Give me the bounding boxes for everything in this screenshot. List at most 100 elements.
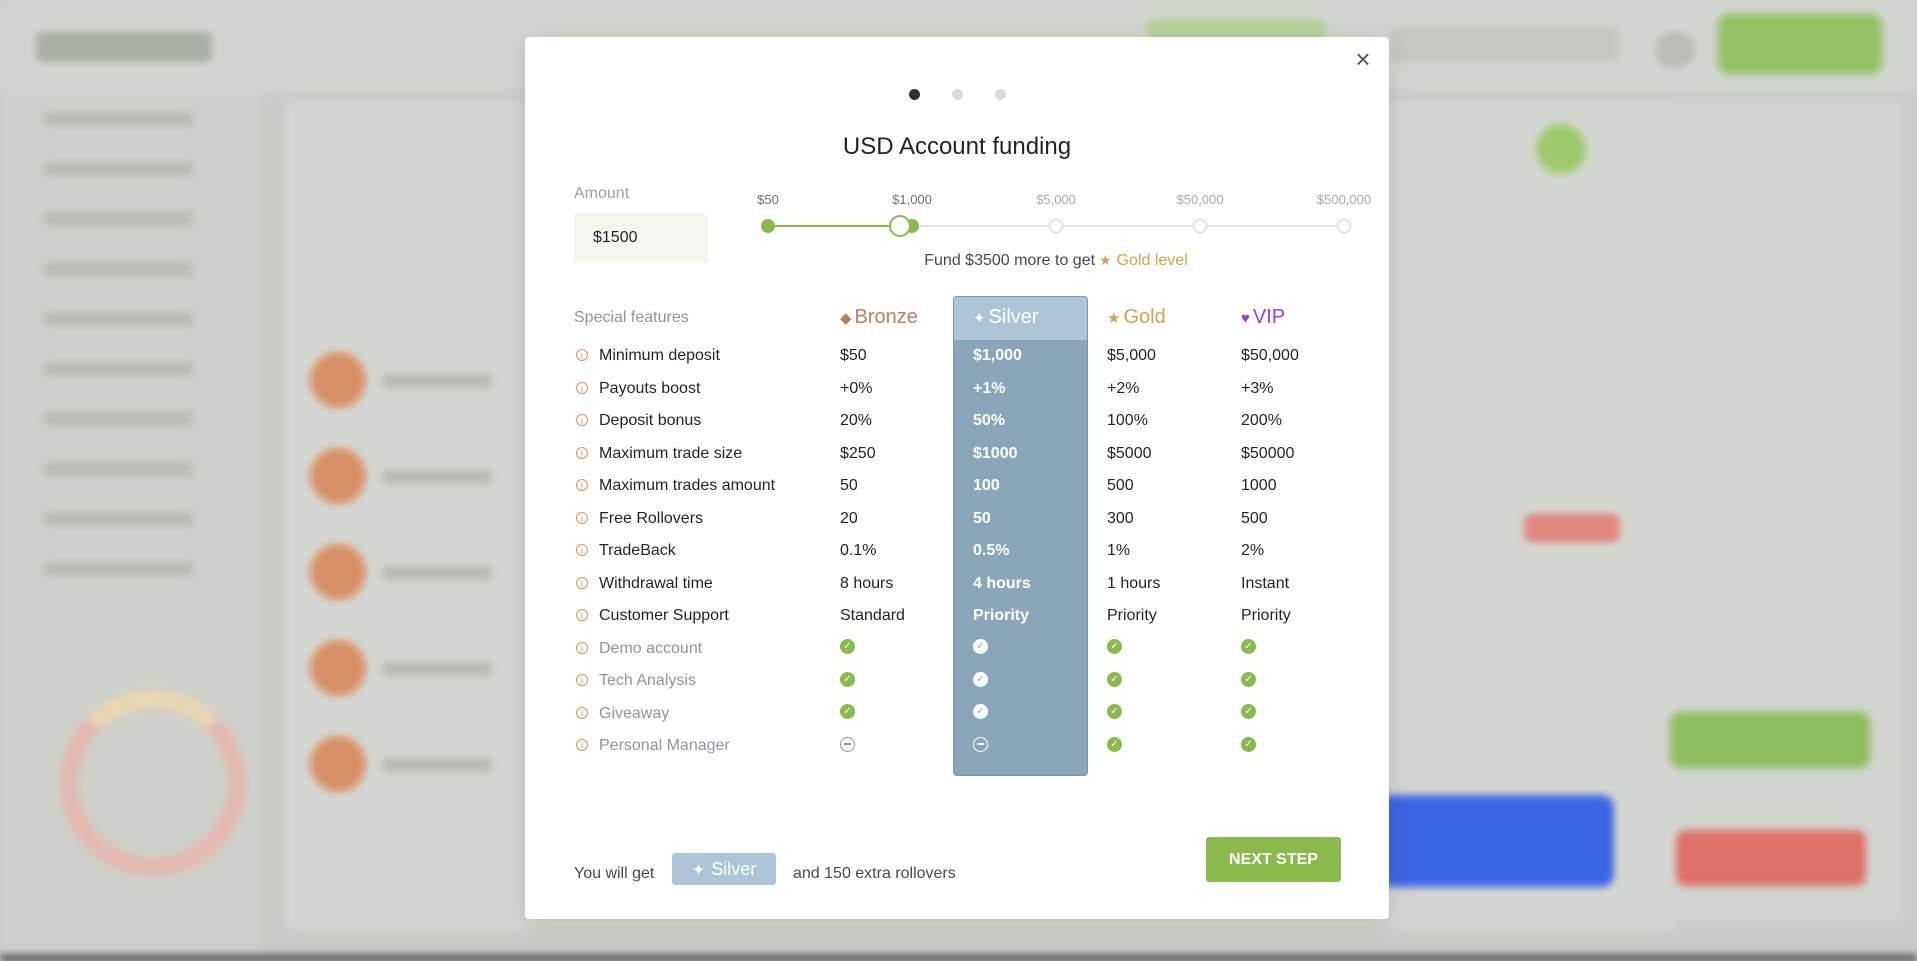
table-cell: Standard bbox=[840, 607, 905, 624]
slider-tick-dot[interactable] bbox=[1049, 219, 1063, 233]
table-cell: $1,000 bbox=[973, 347, 1022, 364]
table-row: i Maximum trades amount 50 100 500 1000 bbox=[574, 470, 1374, 503]
table-cell: 0.1% bbox=[840, 542, 877, 559]
table-cell: $50,000 bbox=[1241, 347, 1299, 364]
heart-icon: ♥ bbox=[1241, 310, 1250, 327]
table-row: i Minimum deposit $50 $1,000 $5,000 $50,000 bbox=[574, 340, 1374, 373]
check-icon: ✓ bbox=[1241, 704, 1256, 720]
info-icon[interactable]: i bbox=[576, 576, 588, 589]
table-cell: 20% bbox=[840, 412, 873, 429]
table-cell: $5,000 bbox=[1107, 347, 1156, 364]
table-row: i Tech Analysis ✓ ✓ ✓ ✓ bbox=[574, 665, 1374, 698]
info-icon[interactable]: i bbox=[576, 706, 588, 719]
extra-rollovers-text: and 150 extra rollovers bbox=[793, 865, 956, 882]
star-icon: ★ bbox=[1107, 310, 1121, 327]
table-cell: ✓ bbox=[840, 633, 855, 666]
table-cell: +2% bbox=[1107, 379, 1140, 397]
level-name: Gold bbox=[1123, 306, 1166, 328]
table-cell: 1% bbox=[1107, 542, 1131, 559]
level-name: Silver bbox=[988, 306, 1039, 328]
diamond-icon: ◆ bbox=[840, 310, 852, 327]
table-cell: 200% bbox=[1241, 412, 1282, 429]
step-dot-1[interactable] bbox=[908, 89, 920, 100]
table-cell: ✓ bbox=[840, 698, 855, 731]
table-cell: ✓ bbox=[973, 665, 988, 698]
step-dot-3[interactable] bbox=[994, 89, 1006, 100]
table-row: i Personal Manager ✓ ✓ bbox=[574, 730, 1374, 763]
feature-name: Payouts boost bbox=[599, 379, 701, 397]
check-icon: ✓ bbox=[1241, 671, 1256, 687]
info-icon[interactable]: i bbox=[576, 609, 588, 621]
table-cell: 100% bbox=[1107, 412, 1148, 429]
table-row: i Free Rollovers 20 50 300 500 bbox=[574, 503, 1374, 536]
table-cell: ✓ bbox=[1107, 633, 1122, 666]
info-icon[interactable]: i bbox=[576, 349, 588, 361]
fund-note-text: Fund $3500 more to get bbox=[924, 252, 1096, 269]
info-icon[interactable]: i bbox=[576, 641, 588, 654]
check-icon: ✓ bbox=[840, 671, 855, 687]
info-icon[interactable]: i bbox=[576, 414, 588, 426]
feature-name: Giveaway bbox=[599, 704, 670, 722]
level-name: Bronze bbox=[854, 306, 918, 328]
table-row: i Deposit bonus 20% 50% 100% 200% bbox=[574, 405, 1374, 438]
info-icon[interactable]: i bbox=[576, 544, 588, 556]
check-icon: ✓ bbox=[1107, 704, 1122, 720]
amount-slider[interactable]: $50 $1,000 $5,000 $50,000 $500,000 bbox=[757, 192, 1371, 237]
table-cell: Instant bbox=[1241, 574, 1290, 592]
table-cell: 300 bbox=[1107, 509, 1134, 527]
check-icon: ✓ bbox=[1241, 639, 1256, 655]
feature-name: Free Rollovers bbox=[599, 509, 704, 527]
table-cell: 8 hours bbox=[840, 574, 894, 592]
table-cell: 0.5% bbox=[973, 542, 1010, 559]
table-cell: Priority bbox=[973, 607, 1030, 624]
slider-tick-dot[interactable] bbox=[761, 219, 775, 233]
table-cell: $250 bbox=[840, 444, 876, 462]
info-icon[interactable]: i bbox=[576, 479, 588, 491]
check-icon: ✓ bbox=[1241, 736, 1256, 752]
table-cell: ✓ bbox=[973, 633, 988, 666]
amount-input[interactable]: $1500 bbox=[574, 213, 708, 263]
you-will-get-label: You will get bbox=[574, 865, 655, 882]
table-row: i Customer Support Standard Priority Priorit… bbox=[574, 600, 1374, 633]
info-icon[interactable]: i bbox=[576, 739, 588, 751]
table-cell: ✓ bbox=[1241, 730, 1256, 763]
info-icon[interactable]: i bbox=[576, 511, 588, 524]
table-cell: 50 bbox=[840, 477, 858, 494]
level-header-bronze[interactable]: ◆ Bronze bbox=[840, 296, 918, 339]
close-icon[interactable]: × bbox=[1351, 46, 1375, 72]
info-icon[interactable]: i bbox=[576, 446, 588, 459]
feature-name: Customer Support bbox=[599, 607, 729, 624]
slider-tick-dot[interactable] bbox=[1337, 219, 1351, 233]
table-cell: $1000 bbox=[973, 444, 1018, 462]
slider-tick-label: $500,000 bbox=[1316, 192, 1372, 207]
table-row: i Demo account ✓ ✓ ✓ ✓ bbox=[574, 633, 1374, 666]
resulting-level-badge: ✦ Silver bbox=[672, 853, 776, 885]
table-cell: 1000 bbox=[1241, 477, 1277, 494]
feature-name: Minimum deposit bbox=[599, 347, 720, 364]
table-cell bbox=[840, 730, 855, 763]
slider-handle[interactable] bbox=[889, 215, 912, 237]
step-dot-2[interactable] bbox=[951, 89, 963, 100]
table-cell: 100 bbox=[973, 477, 1000, 494]
table-cell: 1 hours bbox=[1107, 574, 1161, 592]
info-icon[interactable]: i bbox=[576, 674, 588, 686]
table-cell: 500 bbox=[1241, 509, 1268, 527]
slider-tick-label: $50 bbox=[757, 192, 779, 207]
amount-label: Amount bbox=[574, 185, 630, 202]
feature-name: Deposit bonus bbox=[599, 412, 702, 429]
slider-tick-dot[interactable] bbox=[1193, 219, 1207, 233]
feature-name: Maximum trades amount bbox=[599, 477, 776, 494]
next-step-button[interactable]: NEXT STEP bbox=[1206, 837, 1341, 882]
feature-name: Withdrawal time bbox=[599, 574, 713, 592]
table-cell: 500 bbox=[1107, 477, 1134, 494]
table-cell: Priority bbox=[1241, 607, 1291, 624]
info-icon[interactable]: i bbox=[576, 381, 588, 394]
table-cell: +1% bbox=[973, 379, 1006, 397]
table-cell: Priority bbox=[1107, 607, 1157, 624]
table-cell bbox=[973, 730, 988, 763]
table-cell: 2% bbox=[1241, 542, 1265, 559]
level-header-vip[interactable]: ♥ VIP bbox=[1241, 296, 1285, 339]
table-cell: ✓ bbox=[1107, 698, 1122, 731]
level-header-gold[interactable]: ★ Gold bbox=[1107, 296, 1166, 339]
level-header-silver[interactable]: ✦ Silver bbox=[973, 296, 1039, 339]
